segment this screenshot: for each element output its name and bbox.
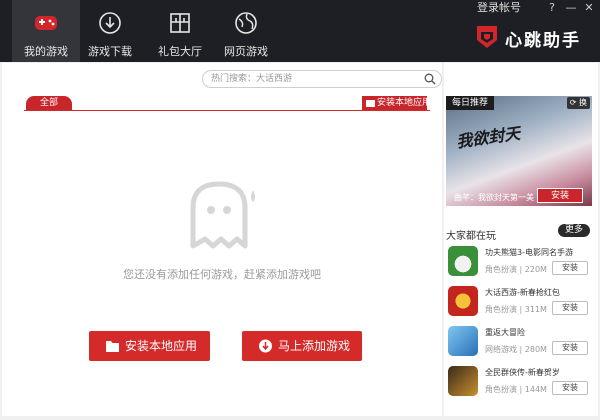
- game-install-button[interactable]: 安装: [552, 381, 588, 395]
- list-item[interactable]: 全民群侠传-新春贺岁 角色扮演 | 144M 安装: [448, 366, 594, 400]
- download-icon: [99, 12, 121, 34]
- install-local-app-small-button[interactable]: 安装本地应用: [362, 96, 431, 111]
- search-icon[interactable]: [424, 73, 436, 85]
- tab-my-games[interactable]: 我的游戏: [12, 0, 80, 62]
- game-name: 全民群侠传-新春贺岁: [485, 368, 560, 377]
- install-local-small-label: 安装本地应用: [377, 98, 432, 108]
- game-meta: 角色扮演 | 220M: [485, 265, 547, 274]
- list-item[interactable]: 重返大冒险 网络游戏 | 280M 安装: [448, 326, 594, 360]
- game-icon: [448, 326, 478, 356]
- web-globe-icon: [235, 12, 257, 34]
- tab-game-download[interactable]: 游戏下载: [76, 0, 144, 62]
- search-input[interactable]: [211, 72, 421, 86]
- tab-my-games-label: 我的游戏: [24, 45, 68, 58]
- game-icon: [448, 366, 478, 396]
- game-icon: [448, 286, 478, 316]
- download-circle-icon: [259, 339, 272, 353]
- login-link[interactable]: 登录帐号: [477, 2, 521, 14]
- game-name: 重返大冒险: [485, 328, 525, 337]
- game-icon: [448, 246, 478, 276]
- install-local-app-label: 安装本地应用: [125, 339, 198, 353]
- heartbeat-logo-icon: [477, 26, 497, 48]
- title-bar: 我的游戏 游戏下载 礼包大厅 网页游戏 登录帐号 ? — ✕ 心跳助手: [0, 0, 600, 62]
- game-name: 功夫熊猫3-电影同名手游: [485, 248, 573, 257]
- game-meta: 网络游戏 | 280M: [485, 345, 547, 354]
- tab-game-download-label: 游戏下载: [88, 45, 132, 58]
- daily-recommend-tag: 每日推荐: [446, 96, 495, 110]
- folder-icon: [366, 100, 375, 107]
- game-meta: 角色扮演 | 311M: [485, 305, 547, 314]
- close-button[interactable]: ✕: [580, 1, 598, 14]
- game-install-button[interactable]: 安装: [552, 341, 588, 355]
- gift-icon: [170, 13, 190, 33]
- popular-section-title: 大家都在玩: [446, 231, 496, 242]
- game-meta: 角色扮演 | 144M: [485, 385, 547, 394]
- game-name: 大话西游-新春抢红包: [485, 288, 560, 297]
- help-button[interactable]: ?: [543, 1, 561, 14]
- list-item[interactable]: 大话西游-新春抢红包 角色扮演 | 311M 安装: [448, 286, 594, 320]
- sidebar: 每日推荐 ⟳ 换 我欲封天 曲芊：我欲封天第一美 安装 大家都在玩 更多 功夫熊…: [444, 63, 598, 416]
- ad-game-title: 我欲封天: [455, 123, 522, 152]
- list-item[interactable]: 功夫熊猫3-电影同名手游 角色扮演 | 220M 安装: [448, 246, 594, 280]
- ad-install-button[interactable]: 安装: [537, 188, 583, 203]
- add-game-label: 马上添加游戏: [278, 339, 351, 353]
- all-filter-tab[interactable]: 全部: [26, 96, 72, 111]
- tab-web-games[interactable]: 网页游戏: [212, 0, 280, 62]
- empty-message: 您还没有添加任何游戏，赶紧添加游戏吧: [123, 268, 321, 281]
- minimize-button[interactable]: —: [562, 1, 580, 14]
- daily-recommend-banner[interactable]: 每日推荐 ⟳ 换 我欲封天 曲芊：我欲封天第一美 安装: [446, 96, 592, 206]
- tab-web-games-label: 网页游戏: [224, 45, 268, 58]
- more-button[interactable]: 更多: [558, 224, 590, 237]
- ad-subtitle: 曲芊：我欲封天第一美: [454, 193, 534, 202]
- game-install-button[interactable]: 安装: [552, 261, 588, 275]
- gamepad-icon: [35, 16, 57, 30]
- divider: [24, 110, 430, 111]
- brand-name: 心跳助手: [505, 31, 581, 51]
- game-install-button[interactable]: 安装: [552, 301, 588, 315]
- add-game-button[interactable]: 马上添加游戏: [242, 331, 362, 361]
- swap-label: 换: [579, 98, 587, 107]
- install-local-app-button[interactable]: 安装本地应用: [89, 331, 210, 361]
- refresh-swap-button[interactable]: ⟳ 换: [566, 97, 590, 109]
- empty-ghost-icon: [190, 181, 255, 249]
- tab-gift-hall[interactable]: 礼包大厅: [146, 0, 214, 62]
- tab-gift-hall-label: 礼包大厅: [158, 45, 202, 58]
- folder-icon: [106, 341, 119, 352]
- main-panel: 全部 安装本地应用 您还没有添加任何游戏，赶紧添加游戏吧 安装本地应用 马上添加…: [2, 63, 442, 416]
- search-box[interactable]: [202, 70, 442, 88]
